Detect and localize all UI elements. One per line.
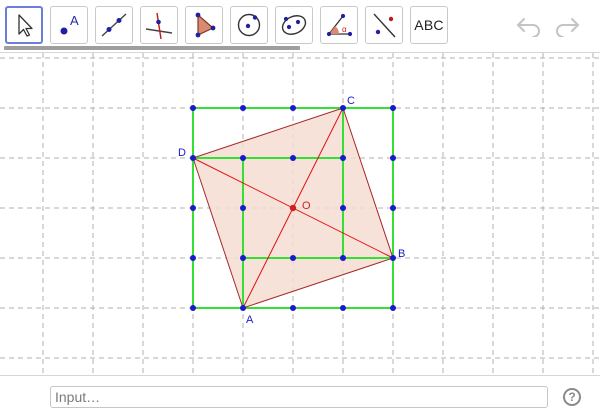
text-tool-button[interactable]: ABC — [410, 6, 448, 44]
help-button[interactable]: ? — [563, 388, 581, 406]
angle-tool-button[interactable]: α — [320, 6, 358, 44]
text-tool-label: ABC — [414, 17, 444, 33]
perpendicular-line-icon — [145, 12, 173, 40]
point-icon: A — [60, 13, 79, 35]
point-tool-label: A — [70, 13, 79, 28]
conic-tool-button[interactable] — [275, 6, 313, 44]
ellipse-icon — [281, 15, 307, 35]
cursor-arrow-icon — [18, 14, 33, 37]
undo-icon — [517, 18, 540, 37]
undo-button[interactable] — [514, 14, 544, 38]
svg-text:α: α — [342, 25, 347, 34]
line-tool-button[interactable] — [95, 6, 133, 44]
help-icon: ? — [568, 390, 576, 404]
point-label-b: B — [398, 248, 405, 260]
point-center-o[interactable] — [289, 204, 297, 212]
reflect-tool-button[interactable] — [365, 6, 403, 44]
move-tool-button[interactable] — [5, 6, 43, 44]
redo-icon — [556, 18, 579, 37]
point-tool-button[interactable]: A — [50, 6, 88, 44]
circle-center-point-icon — [237, 13, 261, 37]
redo-button[interactable] — [552, 14, 582, 38]
graphics-view[interactable]: A B C D O — [0, 53, 600, 375]
polygon-tool-button[interactable] — [185, 6, 223, 44]
point-label-d: D — [178, 147, 186, 159]
angle-icon: α — [326, 13, 353, 37]
point-label-c: C — [347, 95, 355, 107]
line-through-points-icon — [101, 13, 127, 37]
graphics-canvas[interactable]: A B C D O — [0, 53, 600, 375]
toolbar-scrollbar[interactable] — [4, 46, 300, 50]
toolbar: A α ABC — [0, 0, 600, 52]
perpendicular-line-tool-button[interactable] — [140, 6, 178, 44]
circle-tool-button[interactable] — [230, 6, 268, 44]
algebra-input-field[interactable] — [50, 386, 548, 408]
point-label-o: O — [302, 200, 311, 212]
point-label-a: A — [246, 314, 254, 326]
input-bar: ? — [0, 375, 600, 420]
reflect-about-line-icon — [373, 13, 396, 38]
polygon-icon — [195, 12, 216, 38]
